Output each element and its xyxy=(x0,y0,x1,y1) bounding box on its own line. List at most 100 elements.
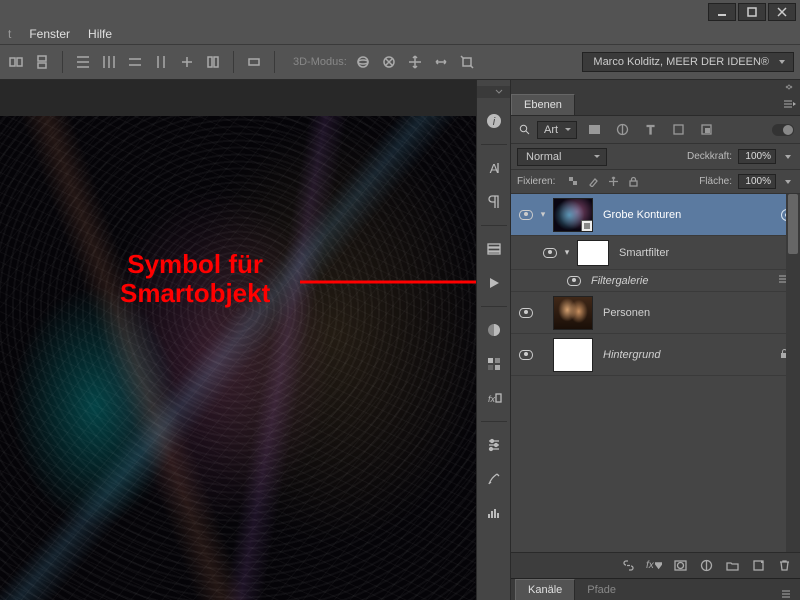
layer-mask-icon[interactable] xyxy=(672,558,688,574)
layer-name[interactable]: Personen xyxy=(603,307,650,319)
color-panel-icon[interactable] xyxy=(483,319,505,341)
tab-ebenen[interactable]: Ebenen xyxy=(511,94,575,115)
panel-menu-icon[interactable] xyxy=(780,588,794,600)
layer-name[interactable]: Grobe Konturen xyxy=(603,209,681,221)
adjustments-panel-icon[interactable] xyxy=(483,434,505,456)
twist-icon[interactable]: ▾ xyxy=(537,209,549,220)
3d-roll-icon[interactable] xyxy=(379,52,399,72)
layer-row[interactable]: ▾ Grobe Konturen xyxy=(511,194,800,236)
blend-mode-select[interactable]: Normal xyxy=(517,148,607,166)
svg-text:T: T xyxy=(646,123,654,136)
menu-bar: t Fenster Hilfe xyxy=(0,24,800,44)
distribute-icon[interactable] xyxy=(73,52,93,72)
3d-pan-icon[interactable] xyxy=(405,52,425,72)
layer-row[interactable]: Personen xyxy=(511,292,800,334)
visibility-toggle[interactable] xyxy=(515,350,537,360)
panel-collapse-bar[interactable] xyxy=(511,80,800,94)
window-titlebar xyxy=(0,0,800,24)
3d-slide-icon[interactable] xyxy=(431,52,451,72)
filter-smartobject-icon[interactable] xyxy=(695,121,717,139)
delete-layer-icon[interactable] xyxy=(776,558,792,574)
workspace-select[interactable]: Marco Kolditz, MEER DER IDEEN® xyxy=(582,52,794,72)
actions-panel-icon[interactable] xyxy=(483,272,505,294)
layer-row[interactable]: ▾ Smartfilter xyxy=(511,236,800,270)
tab-pfade[interactable]: Pfade xyxy=(575,580,628,600)
fill-label: Fläche: xyxy=(699,176,732,187)
adjustment-layer-icon[interactable] xyxy=(698,558,714,574)
filter-toggle[interactable] xyxy=(772,124,794,136)
twist-icon[interactable]: ▾ xyxy=(561,247,573,258)
visibility-toggle[interactable] xyxy=(515,308,537,318)
options-bar: 3D-Modus: Marco Kolditz, MEER DER IDEEN® xyxy=(0,44,800,80)
layer-thumbnail[interactable] xyxy=(553,198,593,232)
layer-row[interactable]: Filtergalerie xyxy=(511,270,800,292)
right-panel-group: Ebenen Art T Normal Deckkraft: 100% xyxy=(510,80,800,600)
info-panel-icon[interactable]: i xyxy=(483,110,505,132)
document-canvas[interactable]: Symbol für Smartobjekt xyxy=(0,80,476,600)
filter-pixel-icon[interactable] xyxy=(583,121,605,139)
distribute-icon[interactable] xyxy=(99,52,119,72)
tab-kanaele[interactable]: Kanäle xyxy=(515,579,575,600)
lock-label: Fixieren: xyxy=(517,176,555,187)
svg-text:A: A xyxy=(489,161,498,176)
link-layers-icon[interactable] xyxy=(620,558,636,574)
layer-style-icon[interactable]: fx xyxy=(646,558,662,574)
maximize-button[interactable] xyxy=(738,3,766,21)
distribute-icon[interactable] xyxy=(125,52,145,72)
layer-row[interactable]: Hintergrund xyxy=(511,334,800,376)
filter-adjustment-icon[interactable] xyxy=(611,121,633,139)
character-panel-icon[interactable]: A xyxy=(483,157,505,179)
3d-scale-icon[interactable] xyxy=(457,52,477,72)
fill-input[interactable]: 100% xyxy=(738,174,776,189)
filter-mask-thumbnail[interactable] xyxy=(577,240,609,266)
paragraph-panel-icon[interactable] xyxy=(483,191,505,213)
layer-panel-buttons: fx xyxy=(511,552,800,578)
filter-shape-icon[interactable] xyxy=(667,121,689,139)
layer-comps-icon[interactable] xyxy=(483,238,505,260)
opacity-input[interactable]: 100% xyxy=(738,149,776,164)
fill-flyout-icon[interactable] xyxy=(782,175,794,189)
distribute-icon[interactable] xyxy=(203,52,223,72)
collapsed-panel-dock: i A fx xyxy=(476,80,510,600)
brush-panel-icon[interactable] xyxy=(483,468,505,490)
histogram-panel-icon[interactable] xyxy=(483,502,505,524)
panel-menu-icon[interactable] xyxy=(782,98,796,110)
layer-thumbnail[interactable] xyxy=(553,296,593,330)
scrollbar[interactable] xyxy=(786,194,800,552)
annotation-arrow-icon xyxy=(300,272,476,292)
styles-panel-icon[interactable]: fx xyxy=(483,387,505,409)
layers-list: ▾ Grobe Konturen ▾ Smartfilter Filtergal… xyxy=(511,194,800,552)
visibility-toggle[interactable] xyxy=(563,276,585,286)
layer-name[interactable]: Hintergrund xyxy=(603,349,660,361)
close-button[interactable] xyxy=(768,3,796,21)
layer-filter-kind[interactable]: Art xyxy=(537,121,577,139)
align-icon[interactable] xyxy=(32,52,52,72)
filter-type-icon[interactable]: T xyxy=(639,121,661,139)
filter-name[interactable]: Filtergalerie xyxy=(591,275,648,287)
layer-thumbnail[interactable] xyxy=(553,338,593,372)
group-icon[interactable] xyxy=(724,558,740,574)
smartobject-badge-icon xyxy=(581,220,593,232)
new-layer-icon[interactable] xyxy=(750,558,766,574)
lock-all-icon[interactable] xyxy=(625,175,641,189)
distribute-icon[interactable] xyxy=(177,52,197,72)
visibility-toggle[interactable] xyxy=(515,210,537,220)
swatches-panel-icon[interactable] xyxy=(483,353,505,375)
visibility-toggle[interactable] xyxy=(539,248,561,258)
menu-fenster[interactable]: Fenster xyxy=(29,27,70,41)
lock-position-icon[interactable] xyxy=(605,175,621,189)
opacity-label: Deckkraft: xyxy=(687,151,732,162)
opacity-flyout-icon[interactable] xyxy=(782,150,794,164)
svg-text:fx: fx xyxy=(488,394,496,404)
lock-transparency-icon[interactable] xyxy=(565,175,581,189)
minimize-button[interactable] xyxy=(708,3,736,21)
lock-pixels-icon[interactable] xyxy=(585,175,601,189)
3d-mode-label: 3D-Modus: xyxy=(293,56,347,68)
align-icon[interactable] xyxy=(6,52,26,72)
3d-orbit-icon[interactable] xyxy=(353,52,373,72)
search-icon xyxy=(517,124,531,135)
distribute-icon[interactable] xyxy=(151,52,171,72)
menu-hilfe[interactable]: Hilfe xyxy=(88,27,112,41)
layer-name[interactable]: Smartfilter xyxy=(619,247,669,259)
arrange-icon[interactable] xyxy=(244,52,264,72)
